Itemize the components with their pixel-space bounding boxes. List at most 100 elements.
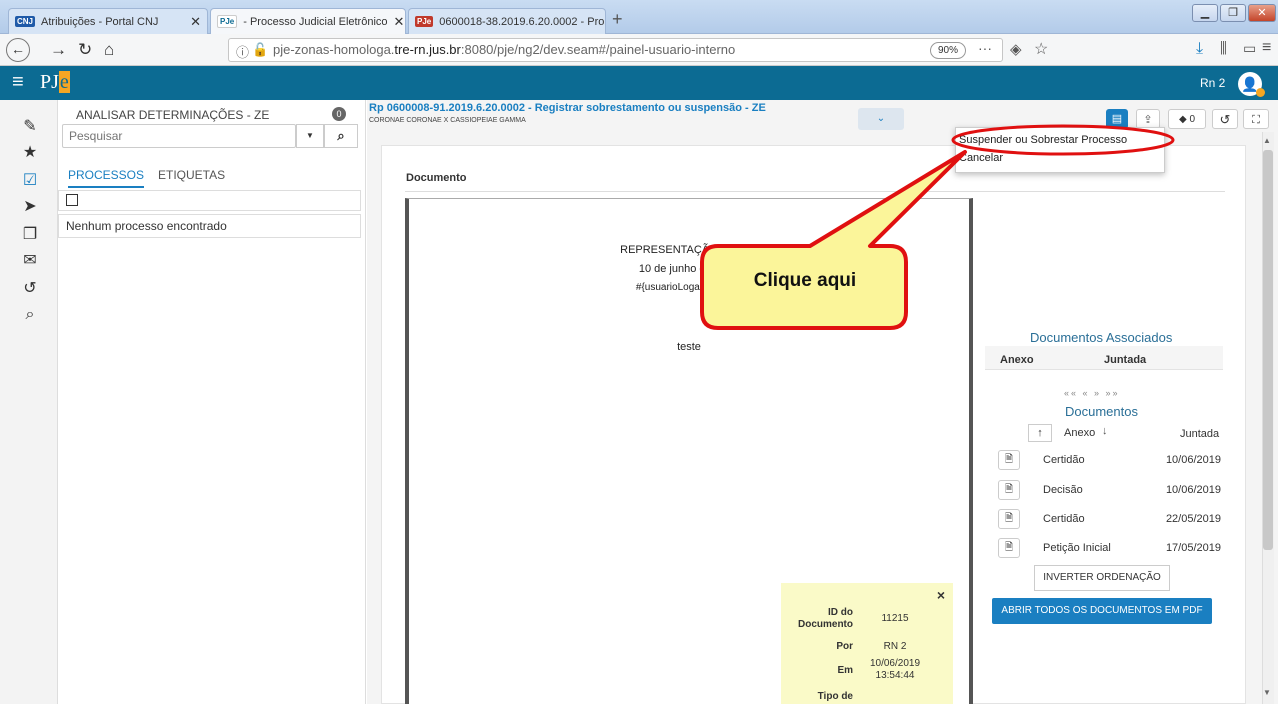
documents-col-anexo[interactable]: Anexo	[1064, 427, 1095, 439]
document-file-icon[interactable]: 🗎	[998, 450, 1020, 470]
fullscreen-icon[interactable]: ⛶	[1243, 109, 1269, 129]
browser-tab-pje[interactable]: PJe - Processo Judicial Eletrônico ✕	[210, 8, 406, 34]
minimize-window-button[interactable]: ▁	[1192, 4, 1218, 22]
pje-favicon-icon: PJe	[217, 15, 238, 28]
document-heading: Documento	[406, 172, 467, 184]
document-file-icon[interactable]: 🗎	[998, 480, 1020, 500]
document-row[interactable]: 🗎 Petição Inicial 17/05/2019	[985, 534, 1223, 563]
tab-label: Atribuições - Portal CNJ	[41, 15, 159, 28]
document-name: Certidão	[1043, 454, 1085, 466]
library-icon[interactable]: ⫼	[1220, 40, 1227, 57]
more-actions-icon[interactable]: ···	[978, 40, 992, 56]
back-arrow-icon[interactable]: ←	[6, 38, 30, 62]
search-filter-dropdown-icon[interactable]: ▼	[296, 124, 324, 148]
close-tab-icon[interactable]: ✕	[190, 14, 201, 30]
select-all-row	[58, 190, 361, 211]
document-date: 10/06/2019	[1165, 454, 1221, 466]
zoom-level-badge[interactable]: 90%	[930, 42, 966, 59]
open-all-pdf-button[interactable]: ABRIR TODOS OS DOCUMENTOS EM PDF	[992, 598, 1212, 624]
process-title[interactable]: Rp 0600008-91.2019.6.20.0002 - Registrar…	[369, 102, 905, 114]
logo-pj: PJ	[40, 71, 59, 93]
forward-arrow-icon[interactable]: →	[50, 40, 67, 60]
info-id-value: 11215	[881, 613, 909, 624]
info-id-label: ID do Documento	[798, 607, 853, 630]
tag-icon: ◆	[1178, 114, 1187, 125]
info-em-label: Em	[837, 665, 853, 676]
tab-processos[interactable]: PROCESSOS	[68, 168, 145, 188]
maximize-window-button[interactable]: ❐	[1220, 4, 1246, 22]
history-button-icon[interactable]: ↺	[1212, 109, 1238, 129]
insecure-lock-icon[interactable]: 🔓	[252, 42, 268, 58]
panel-title: ANALISAR DETERMINAÇÕES - ZE	[76, 108, 270, 122]
search-icon[interactable]: ⌕	[18, 306, 42, 326]
search-input[interactable]	[62, 124, 296, 148]
new-tab-button[interactable]: +	[612, 8, 623, 30]
info-em-value: 10/06/2019 13:54:44	[869, 658, 921, 681]
callout-bubble	[700, 150, 967, 330]
pje-logo[interactable]: PJe	[40, 70, 70, 94]
highlight-ellipse	[951, 124, 1175, 156]
sort-up-arrow-icon[interactable]: ↑	[1028, 424, 1052, 442]
user-label[interactable]: Rn 2	[1200, 76, 1225, 90]
tab-label: 0600018-38.2019.6.20.0002 - Pro	[439, 15, 605, 28]
document-file-icon[interactable]: 🗎	[998, 538, 1020, 558]
documents-col-juntada[interactable]: Juntada	[1180, 428, 1219, 440]
close-tab-icon[interactable]: ✕	[394, 14, 405, 30]
home-icon[interactable]: ⌂	[104, 40, 114, 60]
reload-icon[interactable]: ↻	[78, 40, 92, 60]
browser-menu-icon[interactable]: ≡	[1262, 39, 1271, 57]
info-tipo-label: Tipo de	[817, 691, 853, 702]
left-icon-sidebar	[0, 100, 58, 704]
close-window-button[interactable]: ✕	[1248, 4, 1276, 22]
tab-label: - Processo Judicial Eletrônico	[243, 15, 388, 28]
invert-order-button[interactable]: INVERTER ORDENAÇÃO	[1034, 565, 1170, 591]
document-body-text: teste	[677, 341, 701, 353]
pje-favicon-icon: PJe	[415, 16, 434, 27]
document-row[interactable]: 🗎 Certidão 10/06/2019	[985, 446, 1223, 475]
bookmark-star-icon[interactable]: ☆	[1034, 39, 1048, 59]
browser-tab-cnj[interactable]: CNJ Atribuições - Portal CNJ ✕	[8, 8, 208, 34]
scroll-up-arrow-icon[interactable]: ▲	[1263, 136, 1271, 145]
url-bar[interactable]: pje-zonas-homologa.tre-rn.jus.br:8080/pj…	[228, 38, 1003, 62]
associated-col-juntada[interactable]: Juntada	[1104, 354, 1146, 366]
copy-icon[interactable]: ❐	[18, 224, 42, 244]
hamburger-menu-icon[interactable]: ≡	[12, 71, 24, 93]
associated-pagination[interactable]: «« « » »»	[1064, 388, 1120, 398]
url-text-end: :8080/pje/ng2/dev.seam#/painel-usuario-i…	[460, 42, 736, 57]
scroll-down-arrow-icon[interactable]: ▼	[1263, 688, 1271, 697]
tags-icon[interactable]: ➤	[18, 196, 42, 216]
select-all-checkbox[interactable]	[66, 194, 78, 206]
sort-down-arrow-icon[interactable]: ↓	[1102, 425, 1108, 437]
process-parties: CORONAE CORONAE X CASSIOPEIAE GAMMA	[369, 117, 526, 124]
document-info-box: × ID do Documento 11215 Por RN 2 Em 10/0…	[781, 583, 953, 704]
document-date: 17/05/2019	[1165, 542, 1221, 554]
scrollbar-thumb[interactable]	[1263, 150, 1273, 550]
document-name: Decisão	[1043, 484, 1083, 496]
empty-list-message: Nenhum processo encontrado	[66, 219, 227, 233]
checkbox-icon[interactable]: ☑	[18, 170, 42, 190]
associated-col-anexo[interactable]: Anexo	[1000, 354, 1034, 366]
info-icon[interactable]: ⓘ	[236, 42, 249, 61]
envelope-icon[interactable]: ✉	[18, 250, 42, 270]
user-status-dot	[1256, 88, 1265, 97]
close-info-icon[interactable]: ×	[937, 587, 945, 603]
pencil-icon[interactable]: ✎	[18, 116, 42, 136]
pocket-icon[interactable]: ◈	[1010, 40, 1022, 58]
star-icon[interactable]: ★	[18, 142, 42, 162]
tag-count: 0	[1189, 114, 1196, 125]
url-text-start: pje-zonas-homologa.	[273, 42, 395, 57]
tab-etiquetas[interactable]: ETIQUETAS	[158, 168, 225, 182]
document-file-icon[interactable]: 🗎	[998, 509, 1020, 529]
download-icon[interactable]: ⤓	[1196, 40, 1203, 58]
document-row[interactable]: 🗎 Certidão 22/05/2019	[985, 505, 1223, 534]
sidebar-toggle-icon[interactable]: ▭	[1243, 40, 1256, 57]
search-button-icon[interactable]: ⌕	[324, 124, 358, 148]
logo-e: e	[58, 71, 70, 93]
documents-title: Documentos	[1065, 404, 1138, 419]
document-name: Petição Inicial	[1043, 542, 1111, 554]
browser-tab-process[interactable]: PJe 0600018-38.2019.6.20.0002 - Pro ✕	[408, 8, 606, 34]
info-por-label: Por	[836, 641, 853, 652]
document-row[interactable]: 🗎 Decisão 10/06/2019	[985, 476, 1223, 505]
history-icon[interactable]: ↺	[18, 278, 42, 298]
panel-count-badge: 0	[332, 107, 346, 121]
